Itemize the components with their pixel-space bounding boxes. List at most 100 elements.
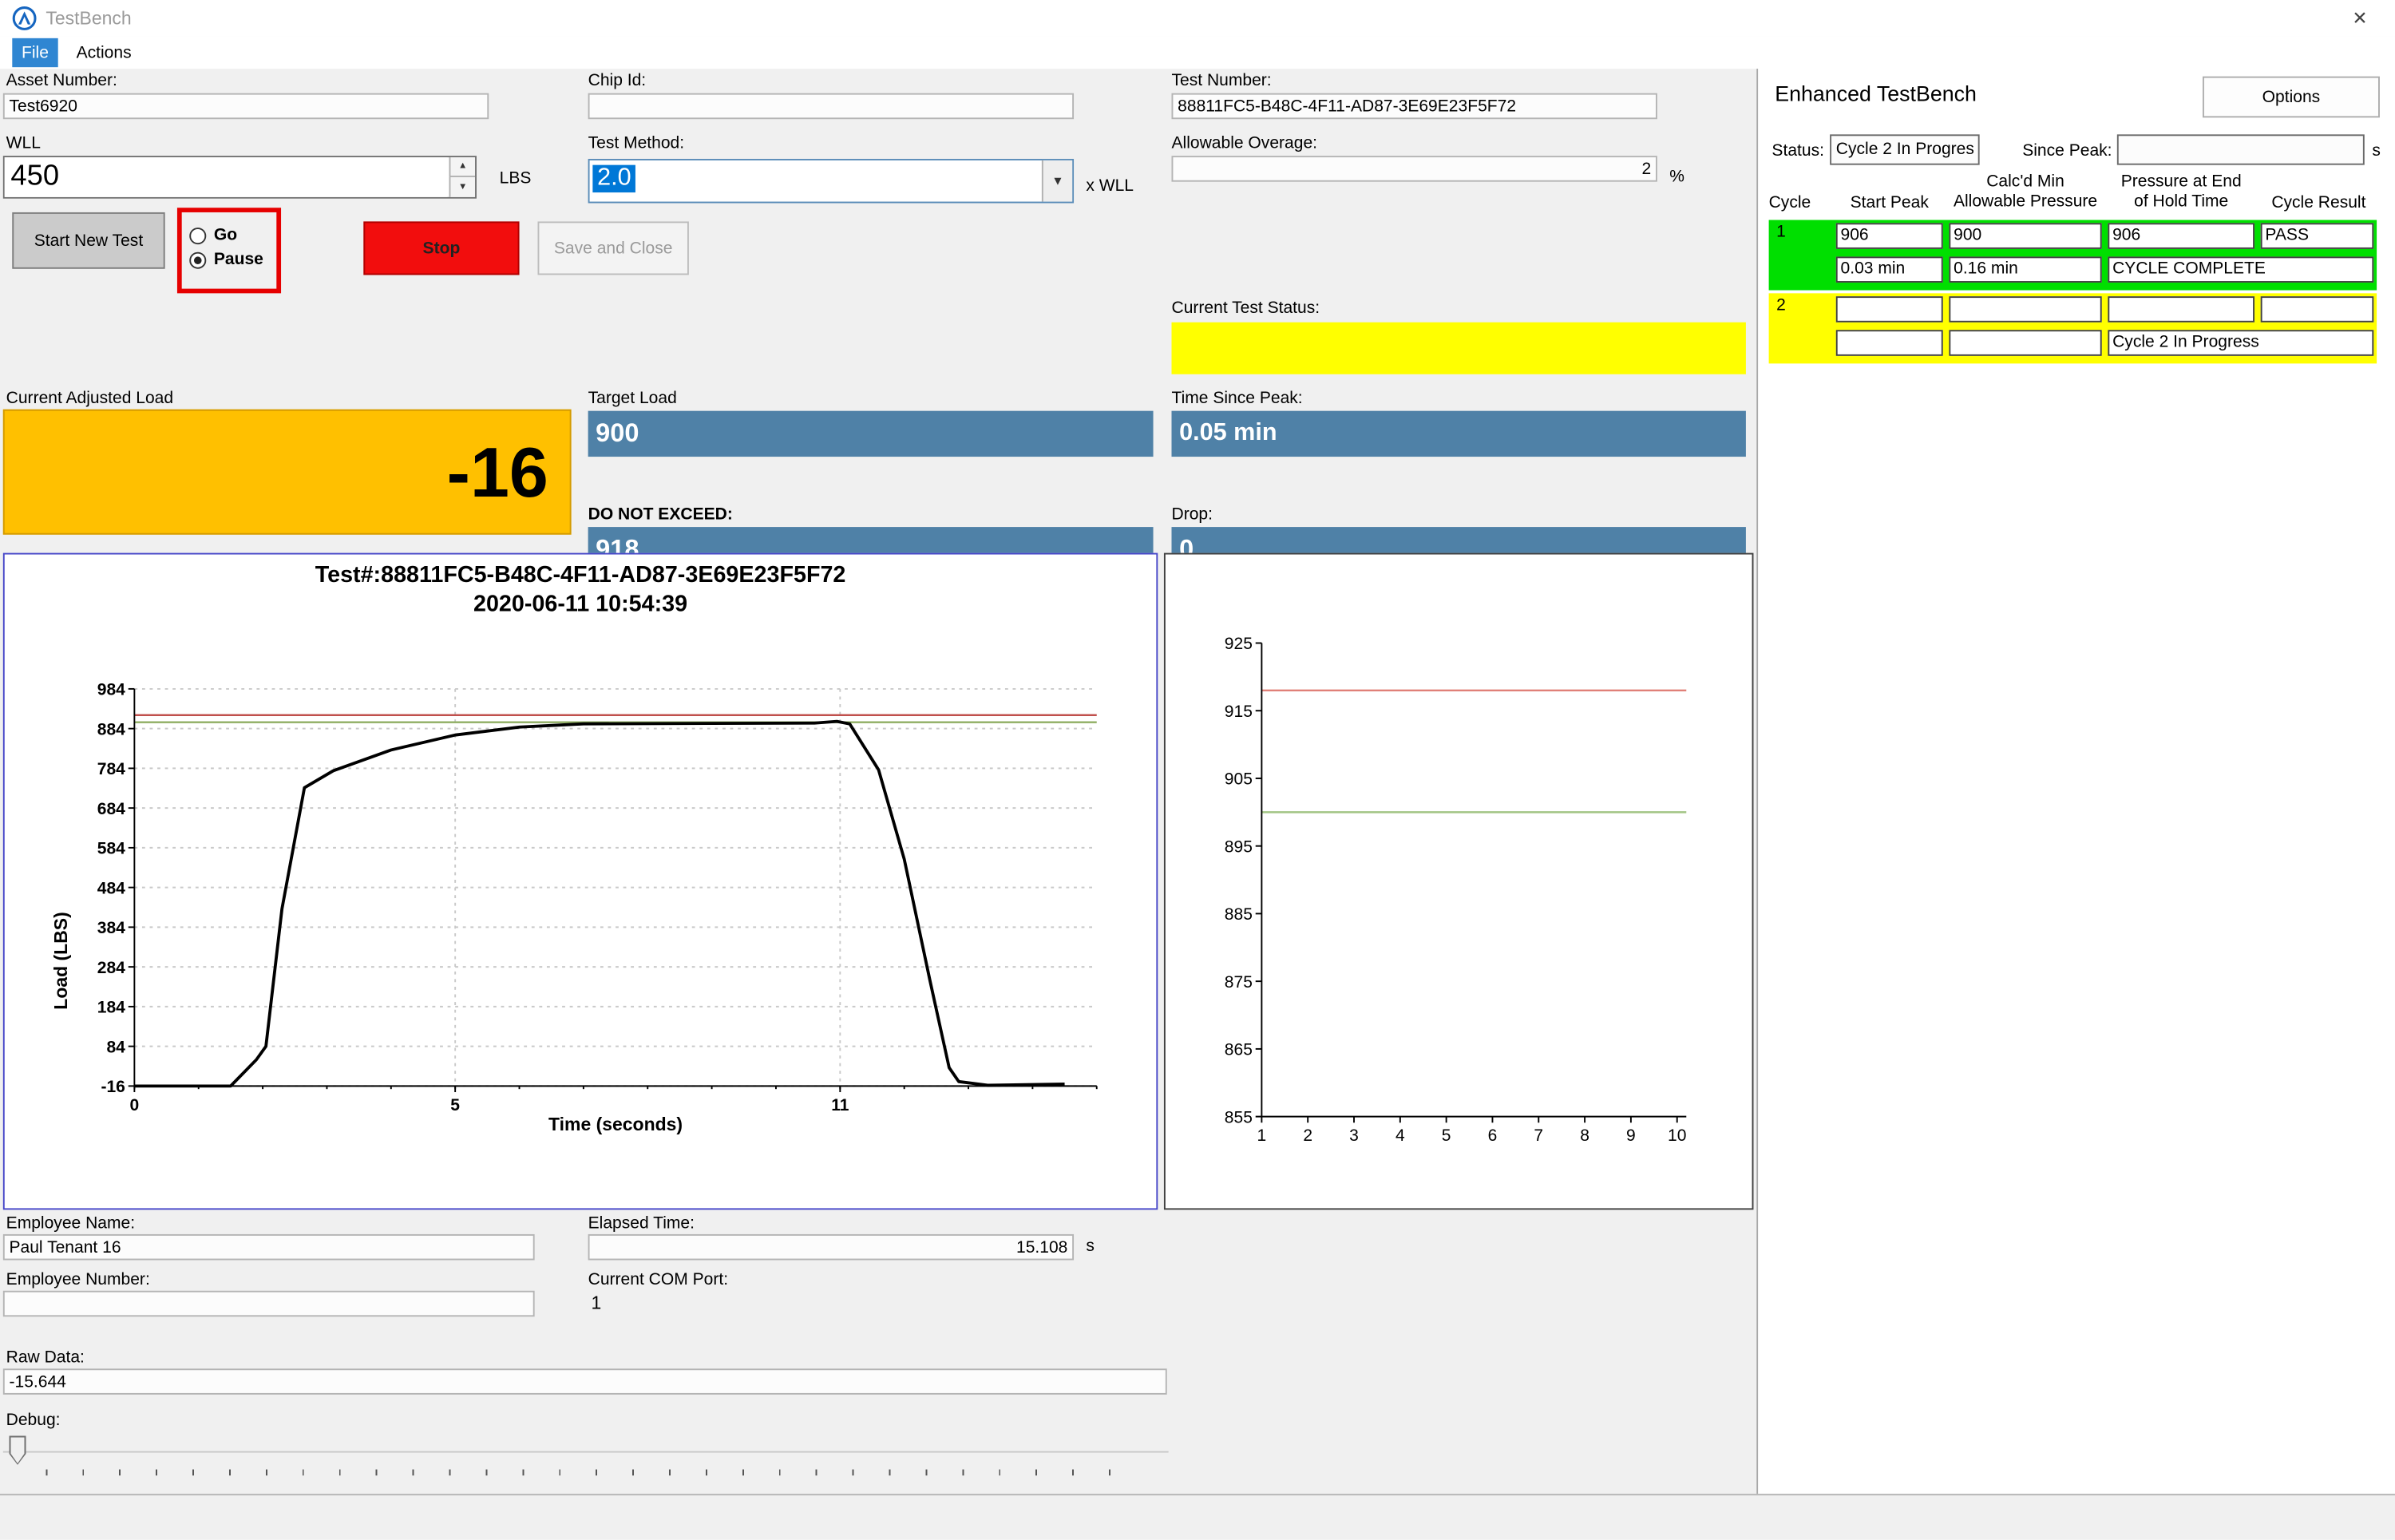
allowable-overage-input[interactable] — [1172, 156, 1657, 182]
chip-id-input[interactable] — [588, 93, 1074, 120]
menubar: File Actions — [0, 37, 2395, 69]
com-port-label: Current COM Port: — [588, 1271, 728, 1289]
radio-go-circle — [189, 227, 206, 243]
cycle-1-status: CYCLE COMPLETE — [2108, 256, 2373, 283]
target-load-label: Target Load — [588, 390, 677, 408]
svg-text:284: 284 — [97, 959, 125, 977]
titlebar: TestBench ✕ — [0, 0, 2395, 37]
test-number-label: Test Number: — [1172, 72, 1272, 90]
asset-number-input[interactable] — [3, 93, 489, 120]
main-chart-xlabel: Time (seconds) — [134, 1114, 1096, 1135]
raw-data-label: Raw Data: — [6, 1348, 85, 1367]
main-chart-ylabel: Load (LBS) — [50, 766, 72, 1010]
enhanced-title: Enhanced TestBench — [1775, 81, 1977, 105]
current-adjusted-load-value: -16 — [3, 410, 572, 535]
test-method-combobox[interactable]: 2.0 ▼ — [588, 159, 1074, 203]
col-header-calcd: Calc'd Min Allowable Pressure — [1946, 172, 2105, 212]
cycle-2-time-a — [1836, 330, 1943, 356]
wll-spinner[interactable]: ▲ ▼ — [3, 156, 477, 199]
drop-label: Drop: — [1172, 505, 1213, 524]
cycle-1-time-a: 0.03 min — [1836, 256, 1943, 283]
col-header-cycle: Cycle — [1769, 194, 1836, 214]
cycle-1-result: PASS — [2261, 223, 2374, 249]
wll-input[interactable] — [5, 157, 448, 197]
allowable-overage-unit-label: % — [1669, 168, 1684, 186]
radio-pause-label: Pause — [214, 251, 263, 269]
options-button[interactable]: Options — [2203, 77, 2380, 118]
test-method-label: Test Method: — [588, 134, 685, 152]
debug-trackbar-thumb[interactable] — [9, 1436, 26, 1465]
enhanced-since-peak-input[interactable] — [2117, 134, 2365, 164]
employee-name-input[interactable] — [3, 1234, 535, 1261]
com-port-value: 1 — [591, 1293, 601, 1314]
target-load-value: 900 — [588, 411, 1154, 457]
svg-text:884: 884 — [97, 720, 125, 738]
col-header-pressure: Pressure at End of Hold Time — [2105, 172, 2258, 212]
spinner-up-button[interactable]: ▲ — [449, 157, 476, 177]
svg-text:915: 915 — [1225, 703, 1253, 721]
enhanced-status-input[interactable] — [1830, 134, 1980, 164]
close-button[interactable]: ✕ — [2325, 0, 2395, 37]
chevron-down-icon: ▼ — [1051, 174, 1063, 188]
svg-text:925: 925 — [1225, 635, 1253, 653]
svg-text:10: 10 — [1668, 1126, 1686, 1145]
save-and-close-button[interactable]: Save and Close — [537, 221, 688, 275]
svg-text:184: 184 — [97, 999, 125, 1017]
cycle-1-pressure: 906 — [2108, 223, 2254, 249]
main-chart-panel: Test#:88811FC5-B48C-4F11-AD87-3E69E23F5F… — [3, 553, 1158, 1210]
cycle-2-pressure — [2108, 296, 2254, 323]
test-method-value: 2.0 — [592, 165, 635, 192]
svg-text:885: 885 — [1225, 905, 1253, 924]
stop-button[interactable]: Stop — [363, 221, 519, 275]
cycle-2-start-peak — [1836, 296, 1943, 323]
side-chart-panel: 85586587588589590591592512345678910 — [1164, 553, 1754, 1210]
svg-text:865: 865 — [1225, 1041, 1253, 1059]
current-adjusted-load-label: Current Adjusted Load — [6, 390, 173, 408]
elapsed-time-label: Elapsed Time: — [588, 1214, 695, 1233]
current-test-status-panel — [1172, 323, 1746, 374]
svg-text:9: 9 — [1626, 1126, 1636, 1145]
current-test-status-label: Current Test Status: — [1172, 299, 1320, 318]
svg-text:875: 875 — [1225, 973, 1253, 992]
svg-text:0: 0 — [130, 1096, 140, 1114]
enhanced-since-peak-unit-label: s — [2372, 142, 2381, 160]
enhanced-status-label: Status: — [1772, 142, 1824, 160]
debug-trackbar-ticks — [46, 1470, 1142, 1476]
svg-text:7: 7 — [1534, 1126, 1543, 1145]
side-chart-canvas: 85586587588589590591592512345678910 — [1166, 555, 1752, 1209]
debug-trackbar[interactable] — [3, 1433, 1169, 1479]
svg-text:84: 84 — [106, 1038, 125, 1056]
elapsed-time-input[interactable] — [588, 1234, 1074, 1261]
raw-data-input[interactable] — [3, 1368, 1167, 1395]
spinner-down-button[interactable]: ▼ — [449, 177, 476, 197]
window-title: TestBench — [46, 8, 131, 30]
combobox-dropdown-button[interactable]: ▼ — [1042, 160, 1072, 202]
debug-trackbar-thumb-face — [10, 1437, 24, 1463]
svg-text:11: 11 — [831, 1096, 849, 1114]
svg-text:1: 1 — [1257, 1126, 1267, 1145]
cycle-2-number: 2 — [1776, 296, 1786, 315]
bottom-strip — [0, 1494, 2395, 1539]
col-header-start-peak: Start Peak — [1836, 194, 1943, 214]
radio-pause[interactable]: Pause — [189, 251, 263, 269]
menu-file[interactable]: File — [12, 38, 57, 67]
radio-pause-circle — [189, 251, 206, 268]
main-chart-subtitle: 2020-06-11 10:54:39 — [5, 591, 1157, 617]
svg-text:-16: -16 — [101, 1078, 125, 1096]
employee-number-input[interactable] — [3, 1291, 535, 1317]
cycle-1-calcd: 900 — [1949, 223, 2101, 249]
testbench-window: TestBench ✕ File Actions Asset Number: W… — [0, 0, 2395, 1540]
chevron-up-icon: ▲ — [458, 162, 467, 171]
start-new-test-button[interactable]: Start New Test — [12, 212, 164, 269]
main-chart-canvas: -16841842843844845846847848849840511 — [5, 555, 1157, 1209]
svg-text:5: 5 — [1442, 1126, 1451, 1145]
debug-label: Debug: — [6, 1411, 61, 1430]
col-header-calcd-line1: Calc'd Min — [1946, 172, 2105, 192]
svg-text:5: 5 — [450, 1096, 460, 1114]
col-header-pressure-line2: of Hold Time — [2105, 192, 2258, 212]
allowable-overage-label: Allowable Overage: — [1172, 134, 1318, 152]
radio-go[interactable]: Go — [189, 226, 237, 244]
svg-text:4: 4 — [1395, 1126, 1405, 1145]
menu-actions[interactable]: Actions — [67, 38, 141, 67]
test-number-input[interactable] — [1172, 93, 1657, 120]
